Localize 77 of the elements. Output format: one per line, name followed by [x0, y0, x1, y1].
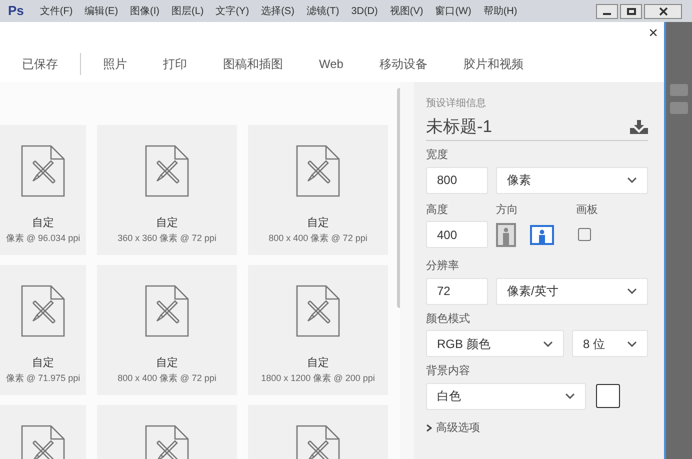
minimize-button[interactable]: [596, 4, 618, 18]
document-name-field[interactable]: 未标题-1: [426, 114, 492, 140]
unit-dropdown[interactable]: 像素/英寸: [496, 278, 648, 304]
menu-item[interactable]: 帮助(H): [483, 4, 518, 18]
preset-size: 800 x 400 像素 @ 72 ppi: [268, 232, 368, 245]
field-label: 高度: [426, 202, 449, 218]
close-window-button[interactable]: [644, 4, 682, 18]
close-button[interactable]: ×: [646, 26, 660, 42]
category-tab[interactable]: 胶片和视频: [463, 54, 524, 72]
menu-item[interactable]: 文字(Y): [216, 4, 250, 18]
document-pencil-ruler-icon: [296, 285, 340, 337]
preset-name: 自定: [156, 216, 178, 231]
category-tab[interactable]: 打印: [163, 54, 187, 72]
preset-card[interactable]: 自定 像素 @ 71.975 ppi: [0, 265, 86, 395]
category-tab[interactable]: 移动设备: [379, 54, 428, 72]
chevron-down-icon: [627, 288, 637, 294]
field-label: 画板: [576, 202, 598, 218]
menu-item[interactable]: 文件(F): [40, 4, 73, 18]
preset-name: 自定: [32, 216, 54, 231]
preset-size: 360 x 360 像素 @ 72 ppi: [118, 232, 216, 245]
chevron-down-icon: [627, 340, 637, 346]
category-tab[interactable]: 已保存: [22, 54, 58, 72]
chevron-down-icon: [565, 393, 575, 399]
document-pencil-ruler-icon: [145, 145, 189, 197]
maximize-button[interactable]: [620, 4, 642, 18]
advanced-options-toggle[interactable]: 高级选项: [426, 420, 480, 436]
menu-item[interactable]: 图像(I): [130, 4, 160, 18]
field-label: 宽度: [426, 148, 449, 163]
orientation-option[interactable]: [496, 222, 516, 246]
preset-size: 像素 @ 71.975 ppi: [6, 372, 80, 385]
preset-name: 自定: [32, 356, 54, 371]
resolution-field[interactable]: 72: [426, 278, 488, 304]
menu-item[interactable]: 选择(S): [261, 4, 294, 18]
orientation-option[interactable]: [530, 224, 554, 244]
chevron-down-icon: [543, 340, 553, 346]
preset-card[interactable]: 自定 像素 @ 96.034 ppi: [0, 125, 86, 255]
menu-item[interactable]: 编辑(E): [84, 4, 118, 18]
preset-name: 自定: [307, 216, 329, 231]
unit-dropdown[interactable]: 像素: [496, 166, 648, 194]
menu-item[interactable]: 图层(L): [171, 4, 204, 18]
preset-card[interactable]: 自定 1800 x 1200 像素 @ 200 ppi: [248, 265, 388, 395]
preset-card[interactable]: 自定 360 x 360 像素 @ 72 ppi: [97, 125, 237, 255]
document-pencil-ruler-icon: [296, 145, 340, 197]
height-field[interactable]: 400: [426, 221, 488, 248]
preset-name: 自定: [156, 356, 178, 371]
background-dropdown[interactable]: 白色: [426, 382, 586, 410]
document-pencil-ruler-icon: [21, 285, 65, 337]
menu-item[interactable]: 滤镜(T): [306, 4, 340, 18]
menu-item[interactable]: 窗口(W): [435, 4, 472, 18]
bit-depth-dropdown[interactable]: 8 位: [572, 330, 648, 357]
field-label: 分辨率: [426, 258, 460, 274]
chevron-icon: [426, 424, 432, 432]
app-logo: Ps: [8, 2, 24, 20]
color-mode-dropdown[interactable]: RGB 颜色: [426, 330, 564, 357]
save-preset-icon[interactable]: [630, 120, 648, 134]
chevron-down-icon: [627, 177, 637, 183]
category-tab[interactable]: 图稿和插图: [223, 54, 283, 72]
preset-card[interactable]: 自定 800 x 400 像素 @ 72 ppi: [97, 265, 237, 395]
field-label: 颜色模式: [426, 312, 471, 326]
artboard-checkbox[interactable]: [578, 228, 591, 241]
document-pencil-ruler-icon: [145, 285, 189, 337]
menu-item[interactable]: 视图(V): [390, 4, 424, 18]
preset-card[interactable]: 自定 800 x 400 像素 @ 72 ppi: [248, 125, 388, 255]
background-color-swatch[interactable]: [596, 384, 620, 408]
field-label: 方向: [496, 202, 519, 218]
preset-size: 800 x 400 像素 @ 72 ppi: [118, 372, 216, 385]
category-tab[interactable]: Web: [319, 54, 344, 72]
field-label: 背景内容: [426, 364, 471, 379]
document-pencil-ruler-icon: [21, 145, 65, 197]
preset-size: 1800 x 1200 像素 @ 200 ppi: [261, 372, 375, 385]
close-icon: [658, 6, 668, 16]
category-tab[interactable]: 照片: [103, 54, 127, 72]
width-field[interactable]: 800: [426, 166, 488, 194]
preset-size: 像素 @ 96.034 ppi: [6, 232, 80, 245]
section-heading: 预设详细信息: [426, 96, 487, 111]
menu-item[interactable]: 3D(D): [351, 4, 378, 18]
preset-name: 自定: [307, 356, 329, 371]
